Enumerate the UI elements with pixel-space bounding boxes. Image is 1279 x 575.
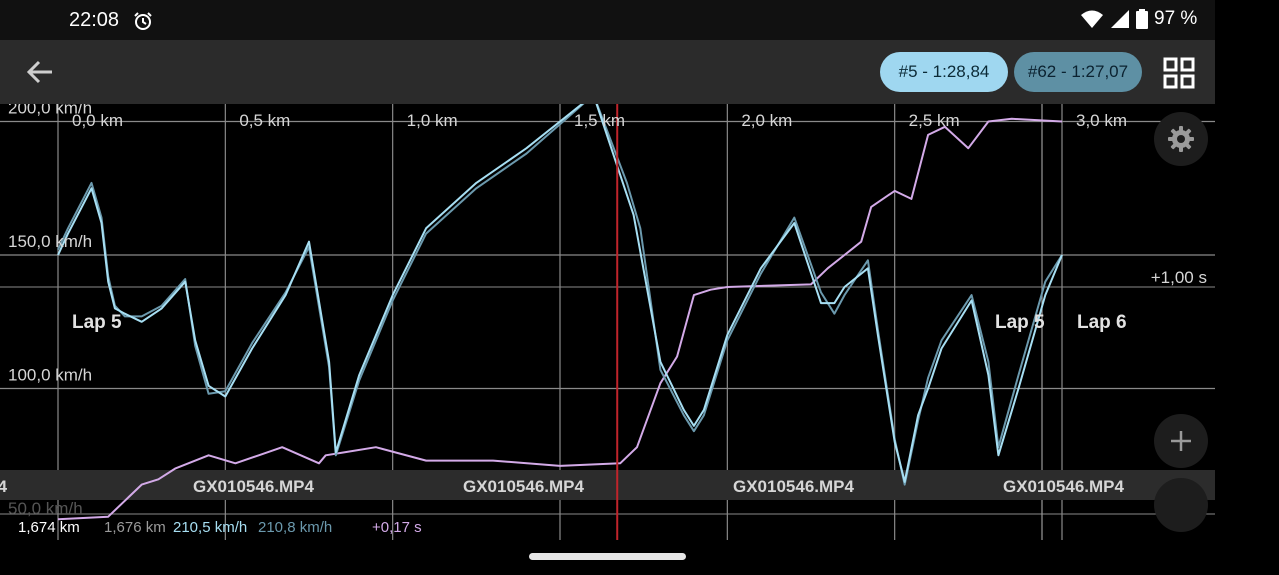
status-indicators: 97 % (1080, 8, 1197, 30)
lap-marker-label: Lap 5 (995, 312, 1045, 333)
chart-canvas[interactable]: 6.MP4 GX010546.MP4 GX010546.MP4 GX010546.MP… (0, 104, 1215, 540)
y-tick-label: 50,0 km/h (8, 499, 83, 518)
readout-distance-current: 1,674 km (18, 519, 80, 536)
x-tick-label: 2,0 km (741, 111, 792, 130)
grid-view-button[interactable] (1162, 56, 1196, 90)
x-tick-label: 1,5 km (574, 111, 625, 130)
video-file-label: GX010546.MP4 (1003, 477, 1125, 496)
readout-time-delta: +0,17 s (372, 519, 422, 536)
x-tick-label: 1,0 km (407, 111, 458, 130)
alarm-icon (134, 12, 152, 30)
right-axis-tick-label: +1,00 s (1151, 268, 1207, 287)
settings-button[interactable] (1154, 112, 1208, 166)
video-file-label: GX010546.MP4 (733, 477, 855, 496)
lap-marker-label: Lap 6 (1077, 312, 1127, 333)
x-tick-label: 3,0 km (1076, 111, 1127, 130)
signal-icon (1111, 10, 1129, 28)
x-tick-label: 2,5 km (909, 111, 960, 130)
arrow-back-icon (26, 60, 52, 84)
reset-delta-button[interactable] (1154, 478, 1208, 532)
app-toolbar: #5 - 1:28,84 #62 - 1:27,07 (0, 40, 1215, 104)
gesture-nav-handle[interactable] (529, 553, 686, 560)
speed-chart[interactable]: 6.MP4 GX010546.MP4 GX010546.MP4 GX010546.MP… (0, 104, 1215, 540)
zoom-in-button[interactable] (1154, 414, 1208, 468)
readout-speed-current: 210,5 km/h (173, 519, 247, 536)
gear-icon (1168, 126, 1194, 152)
wifi-icon (1081, 10, 1103, 28)
status-time: 22:08 (69, 9, 120, 31)
readout-speed-reference: 210,8 km/h (258, 519, 332, 536)
x-tick-label: 0,5 km (239, 111, 290, 130)
status-bar: 22:08 97 % (0, 0, 1215, 40)
video-file-label: 6.MP4 (0, 477, 8, 496)
plus-icon (1171, 431, 1191, 451)
y-tick-label: 200,0 km/h (8, 104, 92, 118)
lap-marker-label: Lap 5 (72, 312, 122, 333)
grid-view-icon (1163, 57, 1195, 89)
y-tick-label: 150,0 km/h (8, 232, 92, 251)
right-edge (1215, 0, 1279, 575)
back-button[interactable] (22, 56, 58, 88)
readout-distance-reference: 1,676 km (104, 519, 166, 536)
y-tick-label: 100,0 km/h (8, 366, 92, 385)
battery-icon (1136, 9, 1148, 29)
battery-percent: 97 % (1154, 8, 1198, 29)
video-file-label: GX010546.MP4 (193, 477, 315, 496)
lap-chip-62[interactable]: #62 - 1:27,07 (1014, 52, 1142, 92)
lap-chip-5[interactable]: #5 - 1:28,84 (880, 52, 1008, 92)
video-file-label: GX010546.MP4 (463, 477, 585, 496)
